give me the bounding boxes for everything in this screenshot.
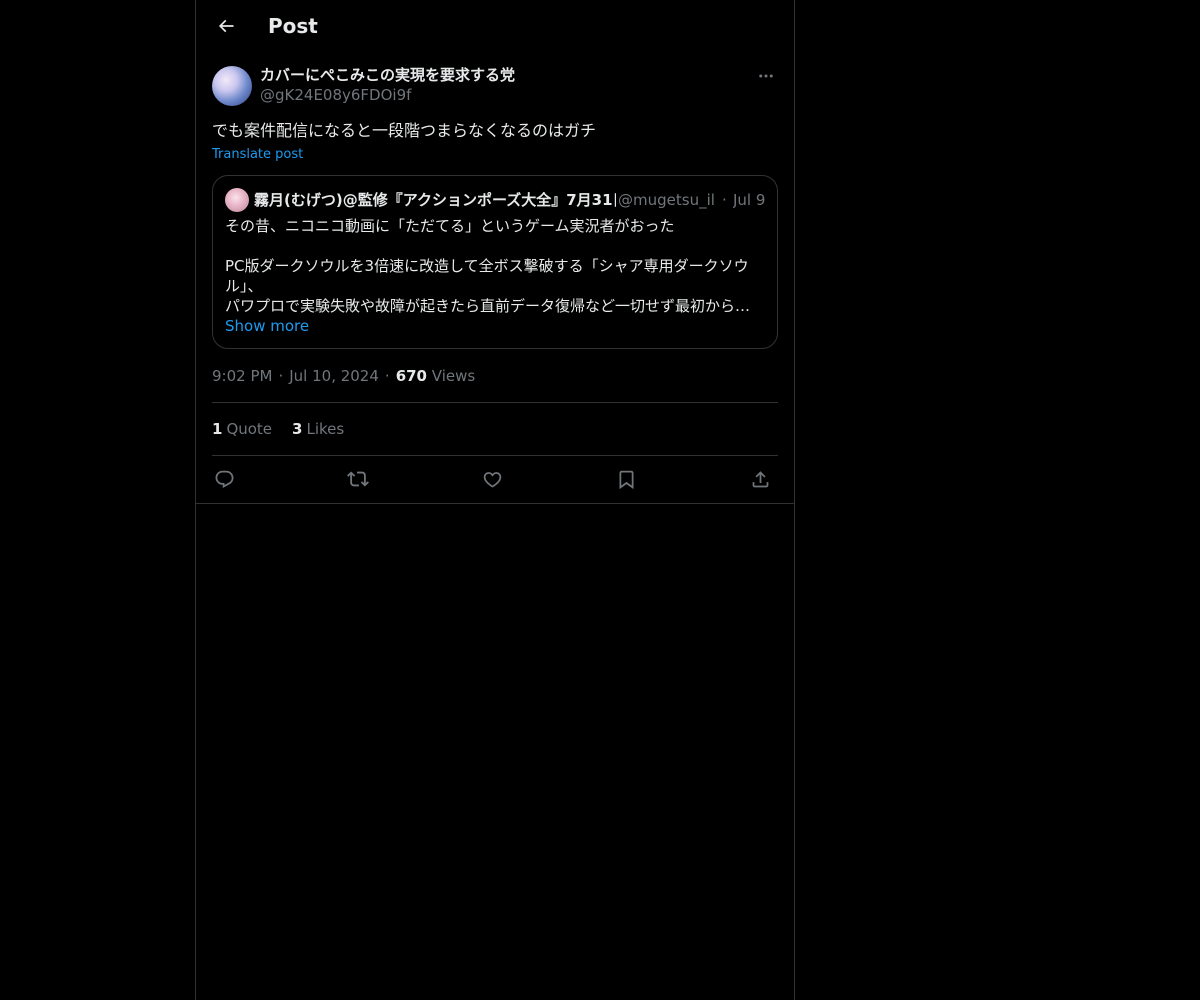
quoted-line: その昔、ニコニコ動画に「ただてる」というゲーム実況者がおった — [225, 217, 675, 235]
share-button[interactable] — [748, 467, 772, 491]
divider — [212, 455, 778, 456]
post-actions — [212, 466, 778, 492]
post-date[interactable]: Jul 10, 2024 — [289, 367, 379, 385]
divider — [196, 503, 794, 504]
quoted-post-header: 霧月(むげつ)@監修『アクションポーズ大全』7月31日 @mugetsu_ill… — [225, 188, 765, 212]
author-display-name[interactable]: カバーにぺこみこの実現を要求する党 — [260, 65, 515, 85]
show-more-link[interactable]: Show more — [225, 316, 309, 336]
quotes-label: Quote — [226, 420, 273, 438]
post-author: カバーにぺこみこの実現を要求する党 @gK24E08y6FDOi9f — [212, 64, 778, 108]
reply-button[interactable] — [212, 467, 236, 491]
arrow-left-icon — [218, 19, 234, 33]
author-handle[interactable]: @gK24E08y6FDOi9f — [260, 85, 411, 105]
post-text: でも案件配信になると一段階つまらなくなるのはガチ — [212, 121, 597, 140]
likes-label: Likes — [306, 420, 345, 438]
back-button[interactable] — [212, 12, 240, 40]
quoted-line: PC版ダークソウルを3倍速に改造して全ボス撃破する「シャア専用ダークソウル」、 — [225, 257, 749, 295]
likes-stat[interactable]: 3 Likes — [292, 419, 344, 439]
page-title: Post — [268, 14, 318, 38]
meta-separator: · — [384, 367, 390, 385]
quoted-author-name[interactable]: 霧月(むげつ)@監修『アクションポーズ大全』7月31日 — [254, 189, 616, 211]
quoted-separator: · — [722, 191, 727, 209]
views-count: 670 — [395, 367, 427, 385]
avatar[interactable] — [212, 66, 252, 106]
meta-separator: · — [278, 367, 284, 385]
quoted-post[interactable]: 霧月(むげつ)@監修『アクションポーズ大全』7月31日 @mugetsu_ill… — [212, 175, 778, 349]
quoted-author-handle[interactable]: @mugetsu_ill — [618, 189, 716, 211]
bookmark-icon — [619, 470, 633, 489]
quoted-line: パワプロで実験失敗や故障が起きたら直前データ復帰など一切せず最初からやり直す — [225, 297, 765, 315]
quoted-post-text: その昔、ニコニコ動画に「ただてる」というゲーム実況者がおった PC版ダークソウル… — [225, 216, 765, 316]
post-column: Post カバーにぺこみこの実現を要求する党 @gK24E08y6FDOi9f … — [195, 0, 795, 1000]
top-bar: Post — [196, 0, 794, 53]
quoted-avatar[interactable] — [225, 188, 249, 212]
reply-icon — [215, 470, 233, 488]
repost-icon — [347, 471, 369, 487]
quotes-count: 1 — [212, 420, 223, 438]
more-horizontal-icon — [759, 74, 773, 78]
bookmark-button[interactable] — [614, 467, 638, 491]
divider — [212, 402, 778, 403]
quoted-date[interactable]: Jul 9 — [733, 189, 765, 211]
views-label: Views — [431, 367, 476, 385]
post-stats: 1 Quote 3 Likes — [212, 419, 344, 439]
likes-count: 3 — [292, 420, 303, 438]
post-time[interactable]: 9:02 PM — [212, 367, 272, 385]
translate-post-link[interactable]: Translate post — [212, 146, 303, 164]
repost-button[interactable] — [346, 467, 370, 491]
quotes-stat[interactable]: 1 Quote — [212, 419, 272, 439]
like-icon — [483, 471, 501, 488]
quoted-line-break — [225, 236, 765, 256]
more-button[interactable] — [754, 64, 778, 88]
post-meta: 9:02 PM · Jul 10, 2024 · 670 Views — [212, 366, 475, 386]
like-button[interactable] — [480, 467, 504, 491]
share-icon — [752, 470, 768, 487]
